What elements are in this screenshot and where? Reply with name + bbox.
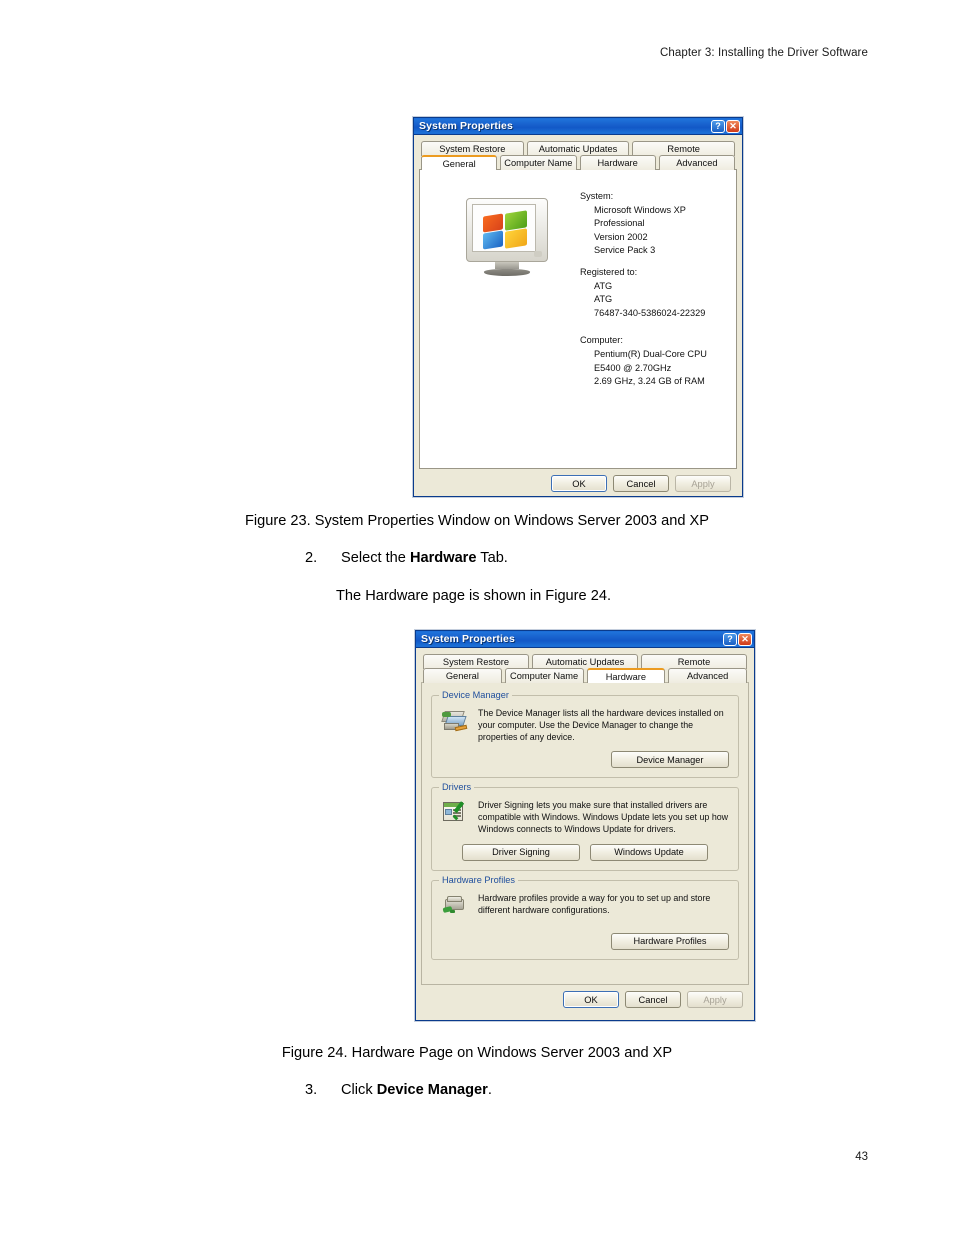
window-title: System Properties [419,120,513,132]
tab-automatic-updates[interactable]: Automatic Updates [532,654,638,669]
tab-row-bottom: General Computer Name Hardware Advanced [421,668,749,683]
windows-update-button[interactable]: Windows Update [590,843,708,861]
system-line-2: Professional [594,218,645,229]
computer-line-3: 2.69 GHz, 3.24 GB of RAM [594,376,705,387]
drivers-group: Drivers Driver Signing lets you make sur… [431,782,739,871]
tab-automatic-updates[interactable]: Automatic Updates [526,141,630,156]
step-2: 2. Select the Hardware Tab. [305,550,508,566]
system-information: System: Microsoft Windows XP Professiona… [580,190,707,389]
step-2-text-before: Select the [341,550,410,566]
registered-line-1: ATG [594,280,613,291]
dialog-button-row: OK Cancel Apply [419,469,737,495]
registered-product-key: 76487-340-5386024-22329 [594,307,706,318]
hardware-profiles-legend: Hardware Profiles [439,874,519,885]
step-3-number: 3. [305,1082,318,1098]
hardware-profiles-description: Hardware profiles provide a way for you … [478,892,711,915]
tab-advanced[interactable]: Advanced [658,155,735,170]
general-tab-panel: System: Microsoft Windows XP Professiona… [419,169,737,469]
help-icon[interactable]: ? [723,632,737,646]
figure-24-caption: Figure 24. Hardware Page on Windows Serv… [281,1045,673,1061]
step-2-number: 2. [305,550,318,566]
drivers-legend: Drivers [439,782,475,793]
device-manager-group: Device Manager The Device Manager lists … [431,690,739,779]
step-3-text-before: Click [341,1082,377,1098]
registered-label: Registered to: [580,266,638,277]
step-2-bold: Hardware [409,550,477,566]
apply-button: Apply [687,991,743,1008]
step-3-text-after: . [487,1082,492,1098]
device-manager-legend: Device Manager [439,690,512,700]
dialog-button-row: OK Cancel Apply [421,985,749,1011]
dialog-body: System Restore Automatic Updates Remote … [414,135,742,500]
tab-advanced[interactable]: Advanced [668,668,747,683]
ok-button[interactable]: OK [563,991,619,1008]
close-icon[interactable]: ✕ [726,119,740,133]
system-line-1: Microsoft Windows XP [594,204,686,215]
apply-button: Apply [675,475,731,492]
driver-signing-button[interactable]: Driver Signing [462,843,580,861]
step-2-text-after: Tab. [476,550,508,566]
windows-flag-icon [483,210,529,250]
cancel-button[interactable]: Cancel [613,475,669,492]
tab-hardware[interactable]: Hardware [579,155,656,170]
system-properties-dialog-hardware: System Properties ? ✕ System Restore Aut… [415,630,755,1021]
hardware-profiles-group: Hardware Profiles Hardware profiles prov… [431,874,739,960]
drivers-description: Driver Signing lets you make sure that i… [478,800,729,834]
tab-row-bottom: General Computer Name Hardware Advanced [419,155,737,170]
hardware-profiles-icon [441,893,469,919]
ok-button[interactable]: OK [551,475,607,492]
help-icon[interactable]: ? [711,119,725,133]
tab-remote[interactable]: Remote [641,654,747,669]
hardware-tab-panel: Device Manager The Device Manager lists … [421,682,749,985]
tab-general[interactable]: General [423,668,502,683]
windows-monitor-icon [466,198,548,276]
tab-general[interactable]: General [421,155,498,170]
figure-23-caption: Figure 23. System Properties Window on W… [245,513,709,529]
system-properties-dialog-general: System Properties ? ✕ System Restore Aut… [413,117,743,497]
device-manager-description: The Device Manager lists all the hardwar… [478,708,724,742]
step-2-subparagraph: The Hardware page is shown in Figure 24. [336,588,611,604]
system-line-4: Service Pack 3 [594,245,656,256]
device-manager-icon [441,708,469,734]
close-icon[interactable]: ✕ [738,632,752,646]
page-number: 43 [855,1151,868,1163]
tab-system-restore[interactable]: System Restore [421,141,524,156]
tab-computer-name[interactable]: Computer Name [504,668,584,683]
tab-computer-name[interactable]: Computer Name [500,155,577,170]
titlebar-buttons: ? ✕ [711,119,740,133]
tab-remote[interactable]: Remote [632,141,736,156]
computer-line-2: E5400 @ 2.70GHz [594,362,672,373]
tab-row-top: System Restore Automatic Updates Remote [421,654,749,669]
tab-row-top: System Restore Automatic Updates Remote [419,141,737,156]
titlebar-buttons: ? ✕ [723,632,752,646]
dialog-body: System Restore Automatic Updates Remote … [416,648,754,1016]
titlebar: System Properties ? ✕ [414,118,742,135]
driver-signing-icon [441,800,469,826]
registered-line-2: ATG [594,294,613,305]
cancel-button[interactable]: Cancel [625,991,681,1008]
step-3: 3. Click Device Manager. [305,1082,492,1098]
tab-system-restore[interactable]: System Restore [423,654,529,669]
device-manager-button[interactable]: Device Manager [611,751,729,769]
page-header: Chapter 3: Installing the Driver Softwar… [659,47,868,59]
titlebar: System Properties ? ✕ [416,631,754,648]
window-title: System Properties [421,633,515,645]
system-line-3: Version 2002 [594,231,648,242]
hardware-profiles-button[interactable]: Hardware Profiles [611,932,729,950]
computer-line-1: Pentium(R) Dual-Core CPU [594,348,707,359]
step-3-bold: Device Manager [376,1082,488,1098]
tab-hardware[interactable]: Hardware [586,668,666,683]
computer-label: Computer: [580,335,623,346]
system-label: System: [580,191,614,201]
